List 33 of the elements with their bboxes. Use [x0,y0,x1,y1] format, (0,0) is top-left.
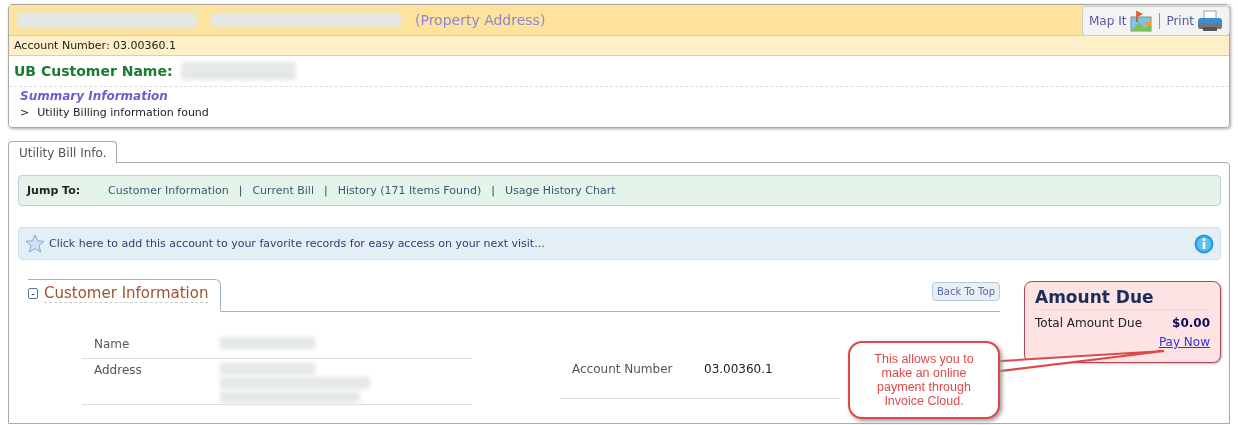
jump-link[interactable]: Customer Information [108,184,229,197]
field-label: Name [94,337,131,351]
map-flag-icon [1129,10,1154,32]
summary-title: Summary Information [19,88,169,103]
collapse-toggle[interactable]: - [28,288,38,299]
info-icon[interactable] [1194,233,1214,254]
account-number: Account Number: 03.00360.1 [14,39,177,52]
section-title: Customer Information [44,284,209,303]
jump-to-label: Jump To: [27,184,81,197]
summary-item: Utility Billing information found [37,106,209,119]
back-to-top-button[interactable]: Back To Top [931,282,1000,301]
link-separator: | [491,184,495,197]
amount-due-title: Amount Due [1035,287,1210,310]
customer-name-label: UB Customer Name: [14,63,173,79]
property-address-title: (Property Address) [415,12,546,28]
total-due-value: $0.00 [1172,316,1210,330]
map-it-button[interactable]: Map It [1089,10,1154,32]
pay-now-link[interactable]: Pay Now [1158,335,1210,349]
bullet-marker: > [20,106,30,119]
star-icon[interactable] [25,234,45,253]
field-label: Account Number [572,362,674,378]
jump-link[interactable]: Current Bill [252,184,314,197]
field-label: Address [94,363,143,377]
field-value: 03.00360.1 [704,362,773,378]
printer-icon [1197,10,1223,32]
total-due-label: Total Amount Due [1035,316,1143,330]
print-button[interactable]: Print [1166,10,1223,32]
callout-bubble: This allows you to make an online payment through Invoice Cloud. [848,341,1000,419]
jump-link[interactable]: Usage History Chart [504,184,616,197]
link-separator: | [238,184,243,197]
tab[interactable]: Utility Bill Info. [8,141,118,163]
jump-link[interactable]: History (171 Items Found) [337,184,482,197]
link-separator: | [323,184,328,197]
